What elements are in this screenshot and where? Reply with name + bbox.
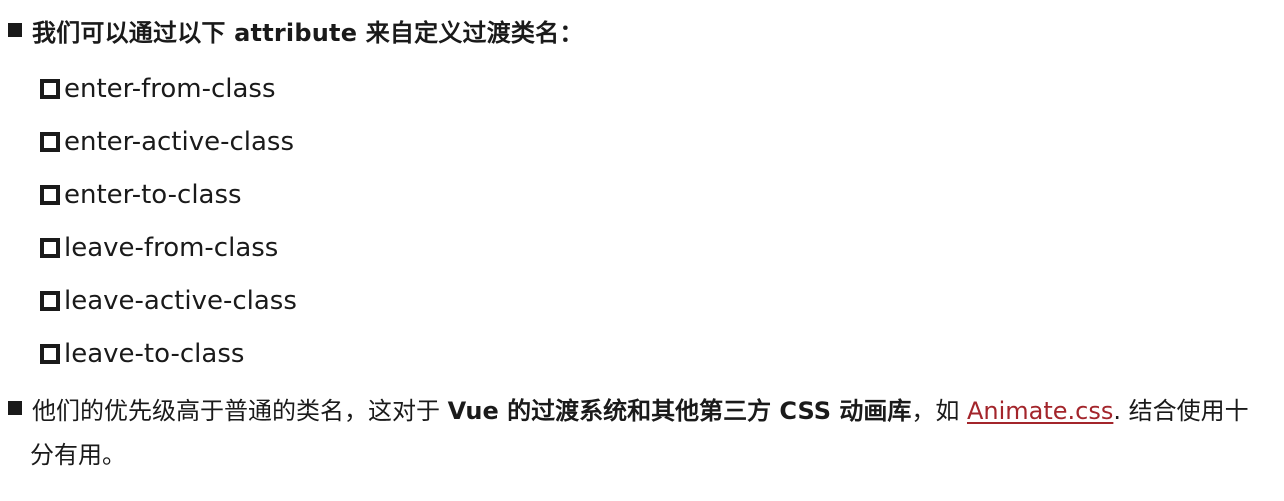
paragraph-part-4: . 结合使用十: [1113, 396, 1249, 425]
class-attribute-list: enter-from-class enter-active-class ente…: [40, 62, 297, 380]
paragraph-bold-part: Vue 的过渡系统和其他第三方 CSS 动画库: [447, 396, 912, 425]
paragraph-line-2-text: 分有用。: [30, 440, 126, 469]
paragraph-line-2: 分有用。: [8, 430, 1278, 474]
list-item: enter-to-class: [40, 168, 297, 221]
hollow-square-bullet-icon: [40, 343, 60, 364]
hollow-square-bullet-icon: [40, 184, 60, 205]
list-item: leave-active-class: [40, 274, 297, 327]
filled-square-bullet-icon: [8, 23, 22, 37]
hollow-square-bullet-icon: [40, 131, 60, 152]
paragraph-part-3: ，如: [911, 396, 967, 425]
list-item: leave-from-class: [40, 221, 297, 274]
paragraph-text: 他们的优先级高于普通的类名，这对于 Vue 的过渡系统和其他第三方 CSS 动画…: [32, 391, 1249, 426]
list-item-label: enter-to-class: [64, 179, 242, 210]
hollow-square-bullet-icon: [40, 237, 60, 258]
filled-square-bullet-icon: [8, 401, 22, 415]
paragraph-part-1: 他们的优先级高于普通的类名，这对于: [32, 396, 448, 425]
list-item-label: leave-to-class: [64, 338, 245, 369]
heading: 我们可以通过以下 attribute 来自定义过渡类名：: [8, 12, 584, 48]
list-item: enter-active-class: [40, 115, 297, 168]
list-item: leave-to-class: [40, 327, 297, 380]
heading-text: 我们可以通过以下 attribute 来自定义过渡类名：: [32, 18, 584, 47]
list-item-label: leave-from-class: [64, 232, 279, 263]
hollow-square-bullet-icon: [40, 78, 60, 99]
list-item-label: enter-active-class: [64, 126, 295, 157]
priority-paragraph: 他们的优先级高于普通的类名，这对于 Vue 的过渡系统和其他第三方 CSS 动画…: [8, 386, 1278, 474]
paragraph-line-1: 他们的优先级高于普通的类名，这对于 Vue 的过渡系统和其他第三方 CSS 动画…: [8, 386, 1278, 430]
list-item: enter-from-class: [40, 62, 297, 115]
hollow-square-bullet-icon: [40, 290, 60, 311]
list-item-label: leave-active-class: [64, 285, 297, 316]
animate-css-link[interactable]: Animate.css: [967, 397, 1113, 425]
list-item-label: enter-from-class: [64, 73, 276, 104]
